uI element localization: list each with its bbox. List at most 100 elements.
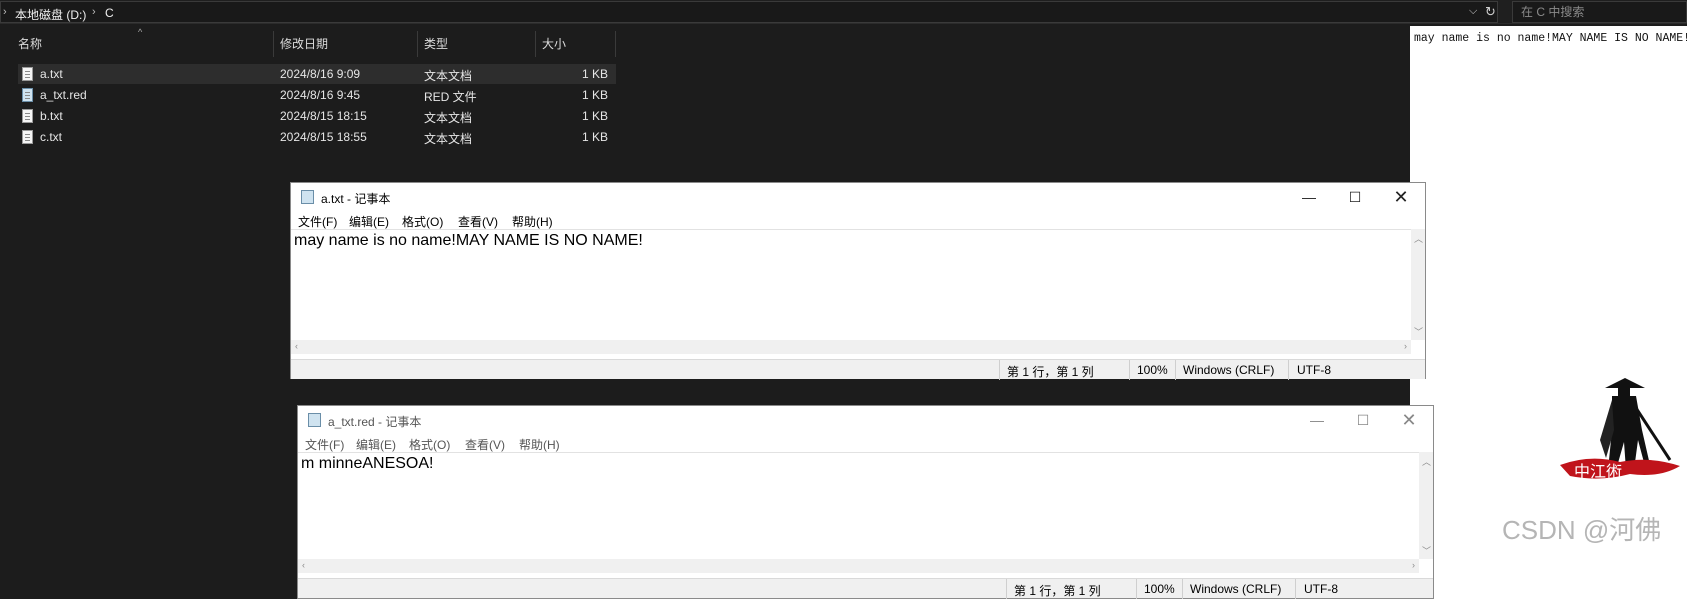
minimize-button[interactable]: —: [1289, 186, 1329, 208]
sort-up-icon: ^: [138, 27, 143, 37]
scroll-up-icon[interactable]: ︿: [1422, 455, 1431, 468]
file-date: 2024/8/15 18:55: [280, 130, 367, 144]
text-content[interactable]: m minneANESOA!: [301, 455, 433, 473]
text-file-icon: [22, 67, 33, 81]
menu-view[interactable]: 查看(V): [458, 213, 498, 230]
column-header-date[interactable]: 修改日期: [274, 31, 418, 57]
chevron-right-icon[interactable]: ›: [92, 6, 96, 18]
file-date: 2024/8/16 9:09: [280, 67, 361, 81]
file-size: 1 KB: [582, 67, 609, 81]
watermark-text: CSDN @河佛: [1502, 515, 1662, 545]
vertical-scrollbar[interactable]: ︿ ﹀: [1411, 229, 1425, 340]
file-type: 文本文档: [424, 132, 473, 146]
menu-file[interactable]: 文件(F): [298, 213, 337, 230]
notepad-icon: [308, 413, 321, 427]
menu-file[interactable]: 文件(F): [305, 436, 344, 453]
text-area[interactable]: may name is no name!MAY NAME IS NO NAME!: [291, 229, 1411, 340]
file-type: 文本文档: [424, 111, 473, 125]
scroll-up-icon[interactable]: ︿: [1414, 232, 1423, 245]
title-bar[interactable]: a.txt - 记事本 — ☐ ✕: [291, 183, 1425, 211]
refresh-icon[interactable]: ↻: [1485, 4, 1496, 20]
column-header-type[interactable]: 类型: [418, 31, 536, 57]
column-header-name[interactable]: 名称: [12, 31, 274, 57]
file-name: a_txt.red: [40, 88, 87, 102]
file-row-a-txt-red[interactable]: a_txt.red 2024/8/16 9:45 RED 文件 1 KB: [18, 85, 616, 105]
text-file-icon: [22, 130, 33, 144]
status-separator: [999, 360, 1000, 380]
menu-edit[interactable]: 编辑(E): [356, 436, 396, 453]
menu-bar: 文件(F) 编辑(E) 格式(O) 查看(V) 帮助(H): [291, 211, 1425, 229]
text-area[interactable]: m minneANESOA!: [298, 452, 1419, 559]
breadcrumb-drive[interactable]: 本地磁盘 (D:): [15, 6, 86, 23]
title-bar[interactable]: a_txt.red - 记事本 — ☐ ✕: [298, 406, 1433, 434]
chevron-down-icon[interactable]: ⌵: [1469, 5, 1477, 18]
scroll-left-icon[interactable]: ‹: [302, 560, 305, 570]
file-size: 1 KB: [582, 109, 609, 123]
maximize-button[interactable]: ☐: [1343, 409, 1383, 431]
text-file-icon: [22, 109, 33, 123]
horizontal-scrollbar[interactable]: ‹ ›: [298, 559, 1419, 573]
column-header-size[interactable]: 大小: [536, 31, 616, 57]
notepad-icon: [301, 190, 314, 204]
text-content[interactable]: may name is no name!MAY NAME IS NO NAME!: [294, 232, 643, 250]
line-ending: Windows (CRLF): [1190, 582, 1282, 596]
encoding: UTF-8: [1304, 582, 1338, 596]
maximize-button[interactable]: ☐: [1335, 186, 1375, 208]
search-box[interactable]: [1512, 1, 1687, 23]
window-title: a_txt.red - 记事本: [328, 415, 422, 429]
file-name: b.txt: [40, 109, 63, 123]
notepad-file-icon: [22, 88, 33, 102]
file-date: 2024/8/15 18:15: [280, 109, 367, 123]
file-row-c-txt[interactable]: c.txt 2024/8/15 18:55 文本文档 1 KB: [18, 127, 616, 147]
status-separator: [1288, 360, 1289, 380]
search-input[interactable]: [1521, 4, 1681, 20]
cursor-position: 第 1 行，第 1 列: [1007, 365, 1094, 379]
status-separator: [1295, 579, 1296, 599]
scroll-down-icon[interactable]: ﹀: [1422, 544, 1431, 557]
scroll-right-icon[interactable]: ›: [1404, 341, 1407, 351]
zoom-level: 100%: [1137, 363, 1168, 377]
status-bar: 第 1 行，第 1 列 100% Windows (CRLF) UTF-8: [298, 578, 1433, 599]
menu-format[interactable]: 格式(O): [402, 213, 443, 230]
scroll-down-icon[interactable]: ﹀: [1414, 325, 1423, 338]
breadcrumb[interactable]: › 本地磁盘 (D:) › C ⌵ ↻: [0, 1, 1498, 23]
menu-help[interactable]: 帮助(H): [512, 213, 553, 230]
close-button[interactable]: ✕: [1389, 409, 1429, 431]
status-separator: [1182, 579, 1183, 599]
logo-text: 中江術: [1574, 463, 1622, 481]
status-separator: [1129, 360, 1130, 380]
swordsman-logo-icon: 中江術: [1560, 378, 1680, 481]
line-ending: Windows (CRLF): [1183, 363, 1275, 377]
encoding: UTF-8: [1297, 363, 1331, 377]
address-bar: › 本地磁盘 (D:) › C ⌵ ↻: [0, 0, 1687, 24]
file-type: 文本文档: [424, 69, 473, 83]
close-button[interactable]: ✕: [1381, 186, 1421, 208]
file-date: 2024/8/16 9:45: [280, 88, 361, 102]
menu-help[interactable]: 帮助(H): [519, 436, 560, 453]
notepad-window-a-txt-red: a_txt.red - 记事本 — ☐ ✕ 文件(F) 编辑(E) 格式(O) …: [297, 405, 1434, 599]
chevron-right-icon[interactable]: ›: [3, 6, 7, 18]
file-type: RED 文件: [424, 90, 477, 104]
menu-bar: 文件(F) 编辑(E) 格式(O) 查看(V) 帮助(H): [298, 434, 1433, 452]
file-row-a-txt[interactable]: a.txt 2024/8/16 9:09 文本文档 1 KB: [18, 64, 616, 84]
status-separator: [1136, 579, 1137, 599]
preview-pane: may name is no name!MAY NAME IS NO NAME!…: [1410, 26, 1687, 599]
menu-view[interactable]: 查看(V): [465, 436, 505, 453]
scroll-left-icon[interactable]: ‹: [295, 341, 298, 351]
horizontal-scrollbar[interactable]: ‹ ›: [291, 340, 1411, 354]
notepad-window-a-txt: a.txt - 记事本 — ☐ ✕ 文件(F) 编辑(E) 格式(O) 查看(V…: [290, 182, 1426, 380]
vertical-scrollbar[interactable]: ︿ ﹀: [1419, 452, 1433, 559]
window-title: a.txt - 记事本: [321, 192, 391, 206]
status-separator: [1175, 360, 1176, 380]
file-name: a.txt: [40, 67, 63, 81]
cursor-position: 第 1 行，第 1 列: [1014, 584, 1101, 598]
minimize-button[interactable]: —: [1297, 409, 1337, 431]
file-row-b-txt[interactable]: b.txt 2024/8/15 18:15 文本文档 1 KB: [18, 106, 616, 126]
preview-text: may name is no name!MAY NAME IS NO NAME!: [1414, 32, 1687, 45]
status-bar: 第 1 行，第 1 列 100% Windows (CRLF) UTF-8: [291, 359, 1425, 380]
menu-format[interactable]: 格式(O): [409, 436, 450, 453]
scroll-right-icon[interactable]: ›: [1412, 560, 1415, 570]
file-size: 1 KB: [582, 88, 609, 102]
breadcrumb-folder[interactable]: C: [105, 6, 114, 20]
menu-edit[interactable]: 编辑(E): [349, 213, 389, 230]
